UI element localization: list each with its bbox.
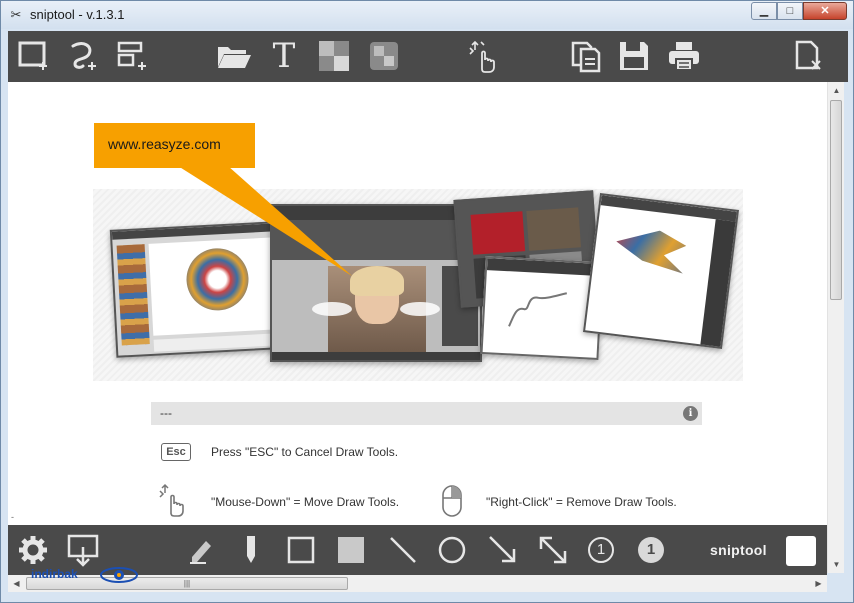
info-panel: --- i Esc Press "ESC" to Cancel Draw Too… [151,402,702,525]
hand-move-icon [159,483,184,517]
move-tool-icon[interactable] [467,39,503,73]
open-folder-icon[interactable] [216,39,252,73]
info-icon[interactable]: i [683,406,698,421]
number-outline-label: 1 [588,537,614,563]
blur-icon[interactable] [366,39,402,73]
freeform-select-add-icon[interactable] [64,39,100,73]
pixelate-icon[interactable] [316,39,352,73]
scissors-icon: ✂ [10,7,22,22]
vertical-scrollbar[interactable]: ▲ ▼ [827,82,844,573]
brand-logo: sniptool [710,542,767,558]
export-screen-icon[interactable] [66,533,100,567]
number-filled-icon[interactable]: 1 [634,533,668,567]
save-icon[interactable] [616,39,652,73]
maximize-button[interactable]: □ [777,2,803,20]
vertical-scroll-thumb[interactable] [830,100,842,300]
callout-text: www.reasyze.com [108,136,221,152]
close-doc-icon[interactable] [790,39,826,73]
minimize-button[interactable]: ▁ [751,2,777,20]
marker-icon[interactable] [184,533,218,567]
canvas-corner-marker: - [11,512,14,522]
number-filled-label: 1 [638,537,664,563]
color-picker-swatch[interactable] [786,536,816,566]
double-arrow-icon[interactable] [536,533,570,567]
esc-hint: Press "ESC" to Cancel Draw Tools. [211,445,399,459]
watermark-eye-icon [100,567,138,583]
mouse-down-hint: "Mouse-Down" = Move Draw Tools. [211,495,400,509]
settings-gear-icon[interactable] [16,533,50,567]
capture-canvas[interactable]: www.reasyze.com --- i Esc Press "ESC" to… [8,82,827,525]
title-bar: ✂ sniptool - v.1.3.1 ▁ □ ✕ [1,1,853,29]
arrow-icon[interactable] [486,533,520,567]
scroll-down-icon[interactable]: ▼ [828,556,845,573]
window-title: sniptool - v.1.3.1 [30,7,125,22]
esc-key-icon: Esc [161,443,191,461]
text-icon[interactable]: T [266,36,302,76]
top-toolbar: T [8,31,848,82]
pen-icon[interactable] [234,533,268,567]
thumbnail-eagle [582,192,740,350]
scroll-up-icon[interactable]: ▲ [828,82,845,99]
right-click-hint: "Right-Click" = Remove Draw Tools. [486,495,677,509]
info-panel-title: --- [160,406,172,420]
rect-select-add-icon[interactable] [16,39,52,73]
info-panel-header: --- i [151,402,702,425]
line-icon[interactable] [386,533,420,567]
print-icon[interactable] [666,39,702,73]
close-button[interactable]: ✕ [803,2,847,20]
app-window: ✂ sniptool - v.1.3.1 ▁ □ ✕ T www.reasyze… [0,0,854,603]
copy-icon[interactable] [568,39,604,73]
callout-pointer [178,166,352,276]
number-outline-icon[interactable]: 1 [584,533,618,567]
mouse-icon [442,485,462,517]
circle-icon[interactable] [435,533,469,567]
scroll-right-icon[interactable]: ▶ [810,575,827,592]
window-controls: ▁ □ ✕ [751,2,847,20]
scroll-left-icon[interactable]: ◀ [8,575,25,592]
callout-box[interactable]: www.reasyze.com [94,123,255,168]
window-select-add-icon[interactable] [114,39,150,73]
watermark-text: indirbak [31,567,78,581]
rectangle-outline-icon[interactable] [284,533,318,567]
rectangle-filled-icon[interactable] [334,533,368,567]
